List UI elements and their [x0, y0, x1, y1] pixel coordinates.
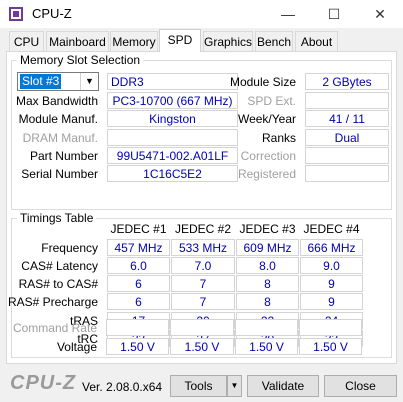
timings-cell: 6 [107, 293, 170, 310]
validate-button[interactable]: Validate [247, 375, 319, 397]
correction-label: Correction [240, 149, 296, 163]
timings-row-label: Frequency [41, 241, 98, 255]
tab-cpu[interactable]: CPU [9, 31, 44, 51]
timings-col-header-3: JEDEC #3 [239, 222, 296, 236]
timings-cell [299, 319, 362, 336]
correction-value [305, 147, 389, 164]
timings-cell: 8 [236, 293, 299, 310]
registered-value [305, 165, 389, 182]
spd-ext-value [305, 92, 389, 109]
timings-cell: 609 MHz [236, 239, 299, 256]
close-button[interactable]: Close [324, 375, 397, 397]
minimize-button[interactable]: — [265, 0, 311, 28]
timings-cell: 8.0 [236, 257, 299, 274]
timings-col-header-1: JEDEC #1 [110, 222, 167, 236]
window-client: CPU Mainboard Memory SPD Graphics Bench … [0, 28, 403, 402]
timings-cell: 666 MHz [300, 239, 363, 256]
registered-label: Registered [237, 167, 296, 181]
timings-cell: 8 [236, 275, 299, 292]
version-label: Ver. 2.08.0.x64 [82, 380, 163, 394]
module-manuf-label: Module Manuf. [18, 112, 98, 126]
module-size-value: 2 GBytes [305, 73, 389, 90]
tools-button[interactable]: Tools [170, 375, 227, 397]
max-bandwidth-label: Max Bandwidth [15, 94, 98, 108]
tab-about[interactable]: About [295, 31, 338, 51]
timings-cell: 1.50 V [235, 338, 298, 355]
timings-cell: 9 [300, 293, 363, 310]
week-year-value: 41 / 11 [305, 110, 389, 127]
spd-panel: Memory Slot Selection Slot #3 ▼ DDR3 Mod… [6, 51, 397, 364]
timings-cell [106, 319, 169, 336]
tab-spd[interactable]: SPD [159, 29, 201, 52]
tab-bench[interactable]: Bench [255, 31, 293, 51]
tab-graphics[interactable]: Graphics [203, 31, 253, 51]
voltage-label: Voltage [56, 340, 97, 354]
cpu-z-app-icon [9, 7, 23, 21]
spd-ext-label: SPD Ext. [247, 94, 296, 108]
close-window-button[interactable]: ✕ [357, 0, 403, 28]
memory-slot-legend: Memory Slot Selection [17, 53, 144, 67]
tab-mainboard[interactable]: Mainboard [46, 31, 109, 51]
timings-row-label: RAS# Precharge [7, 295, 98, 309]
dram-manuf-label: DRAM Manuf. [22, 131, 98, 145]
slot-select[interactable]: Slot #3 ▼ [17, 72, 99, 91]
timings-cell: 7 [171, 275, 235, 292]
timings-cell: 6.0 [107, 257, 170, 274]
timings-cell: 7.0 [171, 257, 235, 274]
timings-col-header-4: JEDEC #4 [303, 222, 360, 236]
timings-cell: 1.50 V [170, 338, 234, 355]
timings-cell [170, 319, 234, 336]
timings-cell: 457 MHz [107, 239, 170, 256]
timings-cell: 9 [300, 275, 363, 292]
timings-col-header-2: JEDEC #2 [174, 222, 232, 236]
serial-number-label: Serial Number [21, 167, 98, 181]
ranks-value: Dual [305, 129, 389, 146]
title-bar: CPU-Z — ☐ ✕ [0, 0, 403, 28]
timings-cell: 533 MHz [171, 239, 235, 256]
timings-cell: 7 [171, 293, 235, 310]
timings-cell: 1.50 V [299, 338, 362, 355]
timings-cell: 9.0 [300, 257, 363, 274]
slot-selected-value: Slot #3 [20, 74, 62, 89]
tab-memory[interactable]: Memory [110, 31, 158, 51]
window-title: CPU-Z [32, 6, 72, 21]
part-number-label: Part Number [29, 149, 98, 163]
week-year-label: Week/Year [237, 112, 296, 126]
timings-row-label: RAS# to CAS# [18, 277, 98, 291]
ranks-label: Ranks [261, 131, 296, 145]
chevron-down-icon[interactable]: ▼ [80, 73, 98, 90]
timings-legend: Timings Table [17, 211, 97, 225]
command-rate-label: Command Rate [12, 321, 97, 335]
timings-cell [235, 319, 298, 336]
timings-cell: 6 [107, 275, 170, 292]
maximize-button[interactable]: ☐ [311, 0, 357, 28]
module-size-label: Module Size [229, 75, 296, 89]
cpu-z-logo: CPU-Z [10, 372, 77, 394]
timings-row-label: CAS# Latency [21, 259, 98, 273]
tools-dropdown-icon[interactable]: ▼ [227, 375, 242, 397]
timings-cell: 1.50 V [106, 338, 169, 355]
